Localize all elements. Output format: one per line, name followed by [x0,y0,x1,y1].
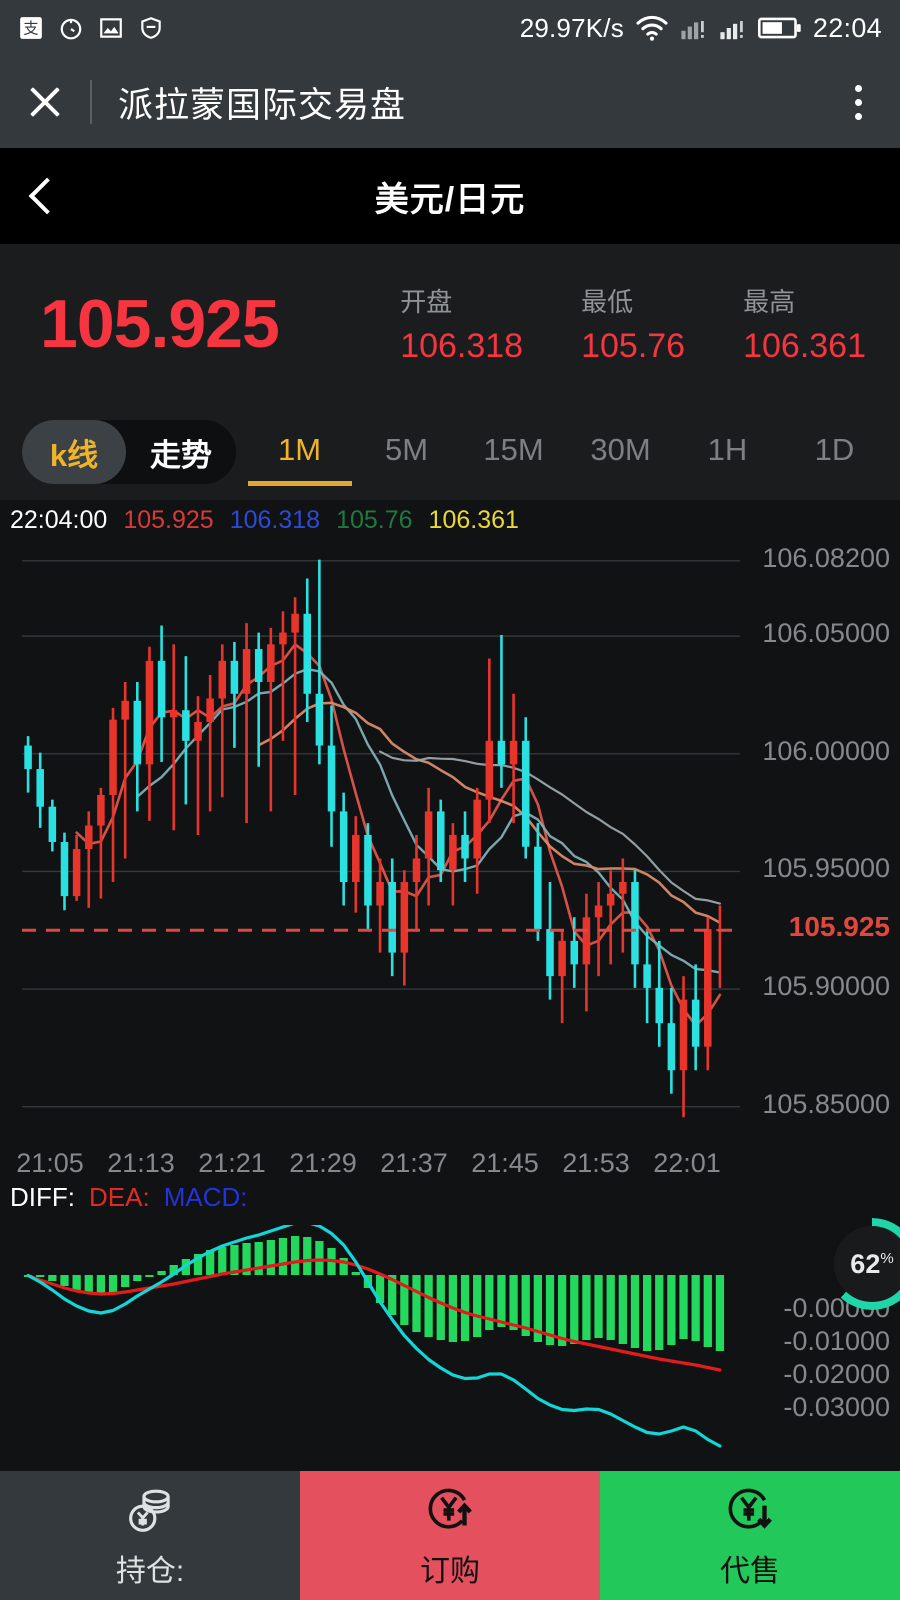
quote-stat-label: 最低 [581,287,634,317]
svg-text:支: 支 [23,20,38,37]
positions-label: 持仓: [115,1554,185,1588]
quote-stat-value: 106.318 [400,327,524,365]
buy-label: 订购 [420,1554,480,1588]
quote-stat-value: 105.76 [581,327,686,365]
wifi-icon [636,15,668,41]
macd-axis-tick: -0.02000 [783,1359,890,1389]
page-header: 美元/日元 [0,148,900,244]
sell-label: 代售 [720,1554,780,1588]
chart-toolbar: k线 走势 1M 5M 15M 30M 1H 1D [0,404,900,500]
yen-up-icon [428,1488,472,1529]
chart-mode-trend[interactable]: 走势 [126,420,236,484]
time-axis-tick: 21:21 [198,1148,266,1178]
timeframe-tab-1h[interactable]: 1H [674,418,781,486]
time-axis-tick: 21:13 [107,1148,175,1178]
time-axis-tick: 21:29 [289,1148,357,1178]
battery-progress-inner: 62% [834,1226,900,1302]
positions-button[interactable]: 持仓: [0,1471,300,1600]
alipay-icon: 支 [20,17,42,39]
appbar-divider [90,80,92,124]
macd-legend-diff: DIFF: [10,1182,75,1212]
shield-icon [141,17,161,39]
yen-down-icon [728,1488,772,1529]
macd-legend-macd: MACD: [163,1182,248,1212]
macd-legend: DIFF: DEA: MACD: [10,1182,247,1213]
signal-bars-icon [681,21,704,40]
legend-time: 22:04:00 [10,506,108,534]
close-icon[interactable] [22,79,68,125]
quote-stat-value: 106.361 [743,327,866,365]
trading-app-screen: 支 29.97K/s 22:04 派拉蒙国际交易盘 美元/日元 105.925 … [0,0,900,1600]
quote-panel: 105.925 开盘 106.318 最低 105.76 最高 106.361 [0,244,900,404]
bottom-spacer [0,1455,900,1471]
page-title: 美元/日元 [374,180,526,219]
photo-icon [100,18,122,38]
macd-axis-tick: -0.01000 [783,1326,890,1356]
status-bar: 支 29.97K/s 22:04 [0,0,900,56]
legend-high: 106.361 [428,506,519,534]
legend-open: 106.318 [229,506,321,534]
coins-stack-icon [129,1489,170,1532]
quote-stat-open: 开盘 106.318 [400,282,523,366]
time-axis-tick: 21:53 [562,1148,630,1178]
battery-percent: 62% [850,1248,894,1279]
quote-stat-high: 最高 106.361 [743,282,866,366]
time-axis-tick: 21:45 [471,1148,539,1178]
battery-icon [757,17,801,39]
chart-mode-segmented-control[interactable]: k线 走势 [22,420,236,484]
legend-low: 105.76 [336,506,413,534]
status-bar-left-icons: 支 [18,15,164,41]
macd-legend-dea: DEA: [89,1182,150,1212]
app-title: 派拉蒙国际交易盘 [118,85,407,125]
signal-bars-icon [720,21,743,40]
quote-stat-low: 最低 105.76 [581,282,685,366]
timeframe-tab-5m[interactable]: 5M [353,418,460,486]
timeframe-tab-1m[interactable]: 1M [246,418,353,486]
sell-button[interactable]: 代售 [600,1471,900,1600]
chart-mode-kline[interactable]: k线 [22,420,126,484]
macd-axis-tick: -0.03000 [783,1392,890,1422]
candlestick-plot [22,559,740,1118]
buy-button[interactable]: 订购 [300,1471,600,1600]
time-axis-tick: 22:01 [653,1148,721,1178]
quote-stat-label: 最高 [743,287,796,317]
candlestick-chart[interactable]: 22:04:00 105.925 106.318 105.76 106.361 … [0,500,900,1310]
overflow-menu-icon[interactable] [838,79,878,125]
app-bar: 派拉蒙国际交易盘 [0,56,900,148]
quote-stat-label: 开盘 [400,287,453,317]
timeframe-tabs: 1M 5M 15M 30M 1H 1D [246,418,888,486]
back-chevron-icon[interactable] [26,181,56,211]
clock-icon [60,18,82,40]
time-axis-tick: 21:37 [380,1148,448,1178]
status-bar-right: 29.97K/s 22:04 [520,13,882,44]
timeframe-tab-30m[interactable]: 30M [567,418,674,486]
legend-close: 105.925 [123,506,214,534]
bottom-action-bar: 持仓: 订购 代售 [0,1471,900,1600]
network-speed: 29.97K/s [519,12,624,43]
chart-ohlc-legend: 22:04:00 105.925 106.318 105.76 106.361 [10,506,519,535]
time-axis-tick: 21:05 [16,1148,84,1178]
status-bar-clock: 22:04 [812,12,882,43]
battery-progress-widget[interactable]: 62% [826,1218,900,1310]
quote-stats: 开盘 106.318 最低 105.76 最高 106.361 [400,282,866,366]
timeframe-tab-1d[interactable]: 1D [781,418,888,486]
last-price: 105.925 [40,286,280,362]
timeframe-tab-15m[interactable]: 15M [460,418,567,486]
